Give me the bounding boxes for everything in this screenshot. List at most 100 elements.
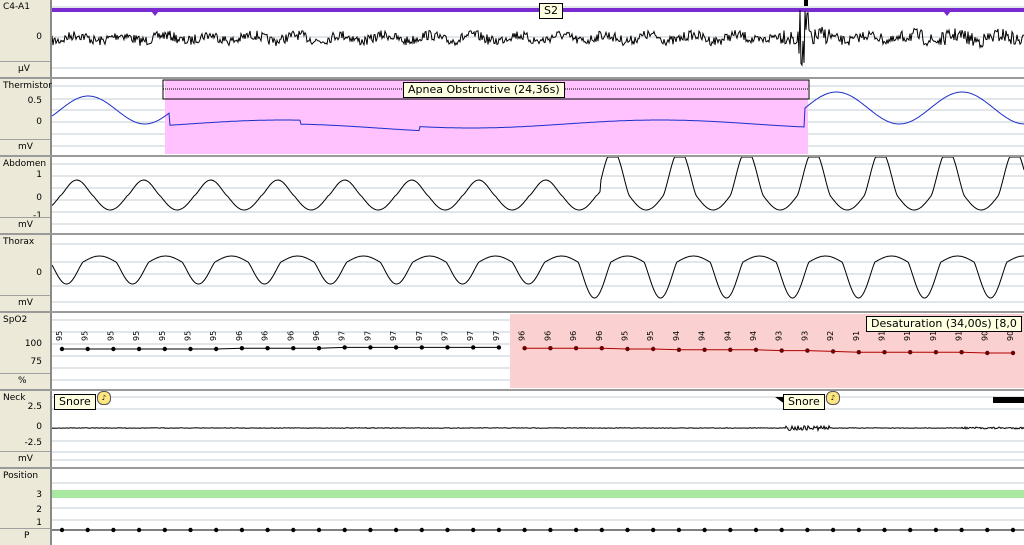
spo2-point [933, 350, 939, 355]
label-divider [0, 217, 50, 218]
spo2-point [856, 350, 861, 355]
tick-spo2-0: 100 [24, 339, 42, 349]
label-divider [0, 451, 50, 452]
position-point [985, 527, 990, 533]
spo2-value-label: 95 [621, 331, 630, 341]
spo2-trace [62, 346, 499, 350]
abdomen-trace [51, 156, 1024, 211]
spo2-value-label: 96 [261, 331, 270, 341]
unit-c4a1: µV [18, 64, 30, 74]
spo2-point [291, 346, 296, 351]
label-divider [0, 61, 50, 62]
spo2-value-label: 96 [543, 331, 552, 341]
label-divider [0, 139, 50, 140]
spo2-value-label: 97 [389, 331, 398, 341]
spo2-value-label: 91 [955, 331, 964, 341]
spo2-point [728, 347, 733, 352]
spo2-point [1010, 350, 1016, 356]
spo2-value-label: 95 [106, 331, 115, 341]
spo2-point [496, 345, 502, 350]
spo2-value-label: 93 [775, 331, 784, 341]
eeg-trace [51, 9, 1024, 67]
spo2-point [445, 345, 450, 350]
spo2-value-label: 95 [132, 331, 141, 341]
spo2-point [985, 350, 990, 356]
channel-name-abdomen[interactable]: Abdomen [3, 159, 46, 169]
unit-abdomen: mV [18, 220, 33, 230]
tick-thermistor-1: 0 [36, 117, 42, 127]
position-point [239, 527, 245, 533]
tick-position-1: 2 [36, 505, 42, 515]
position-point [111, 527, 116, 533]
position-point [265, 527, 270, 533]
tick-c4a1-0: 0 [36, 32, 42, 42]
spo2-value-label: 97 [363, 331, 372, 341]
neck-trace [51, 424, 1024, 433]
spo2-point [471, 345, 476, 350]
channel-name-position[interactable]: Position [3, 471, 38, 481]
spo2-value-label: 94 [723, 331, 732, 341]
tick-spo2-1: 75 [30, 357, 42, 367]
spo2-point [368, 345, 373, 350]
position-point [882, 527, 887, 533]
position-point [599, 527, 604, 533]
channel-name-c4a1[interactable]: C4-A1 [3, 2, 30, 12]
unit-spo2: % [18, 376, 27, 386]
spo2-value-label: 97 [415, 331, 424, 341]
channel-separator [0, 77, 1024, 79]
sleep-stage-tag[interactable]: S2 [539, 3, 563, 19]
tick-abdomen-1: 0 [36, 193, 42, 203]
spo2-point [188, 346, 193, 352]
position-point [805, 527, 810, 533]
spo2-point [136, 346, 142, 352]
unit-neck: mV [18, 454, 33, 464]
spo2-point [548, 346, 553, 351]
spo2-value-label: 95 [646, 331, 655, 341]
position-point [471, 527, 476, 533]
channel-separator [0, 311, 1024, 313]
position-point [1010, 527, 1016, 533]
channel-separator [0, 233, 1024, 235]
position-point [214, 527, 219, 533]
snore-event-label[interactable]: Snore [54, 394, 96, 410]
spo2-value-label: 90 [1006, 331, 1015, 341]
spo2-point [573, 346, 579, 351]
spo2-value-label: 91 [903, 331, 912, 341]
position-point [753, 527, 759, 533]
psg-viewer: 95 95 95 95 95 95 95 96 96 96 96 97 97 97 97 97 97 97 96 96… [0, 0, 1024, 545]
channel-name-thermistor[interactable]: Thermistor [3, 81, 52, 91]
position-point [856, 527, 861, 533]
label-divider [0, 373, 50, 374]
channel-name-spo2[interactable]: SpO2 [3, 315, 27, 325]
spo2-value-label: 97 [492, 331, 501, 341]
spo2-point [393, 345, 399, 350]
spo2-value-label: 95 [158, 331, 167, 341]
spo2-value-label: 97 [466, 331, 475, 341]
position-point [342, 527, 347, 533]
position-point [85, 527, 90, 533]
channel-label-column: C4-A1 0 µV Thermistor 0.5 0 mV Abdomen 1… [0, 0, 52, 545]
spo2-point [419, 345, 424, 350]
spo2-value-label: 96 [595, 331, 604, 341]
apnea-event-label[interactable]: Apnea Obstructive (24,36s) [403, 82, 565, 98]
tick-position-0: 3 [36, 490, 42, 500]
position-point [445, 527, 450, 533]
position-point [959, 527, 964, 533]
tick-position-2: 1 [36, 518, 42, 528]
spo2-point [599, 346, 604, 351]
spo2-point [214, 346, 219, 352]
spo2-point [702, 347, 707, 352]
hypnogram-marker [151, 11, 159, 16]
snore-icon: ♪ [826, 391, 840, 405]
spo2-value-label: 95 [81, 331, 90, 341]
tick-neck-2: -2.5 [24, 438, 42, 448]
snore-event-label[interactable]: Snore [783, 394, 825, 410]
spo2-value-label: 91 [929, 331, 938, 341]
spo2-value-label: 96 [286, 331, 295, 341]
position-point [522, 527, 527, 533]
tick-neck-1: 0 [36, 422, 42, 432]
desaturation-event-label[interactable]: Desaturation (34,00s) [8,0 [866, 316, 1022, 332]
channel-name-thorax[interactable]: Thorax [3, 237, 34, 247]
snore-icon: ♪ [97, 391, 111, 405]
spo2-point [111, 346, 116, 352]
